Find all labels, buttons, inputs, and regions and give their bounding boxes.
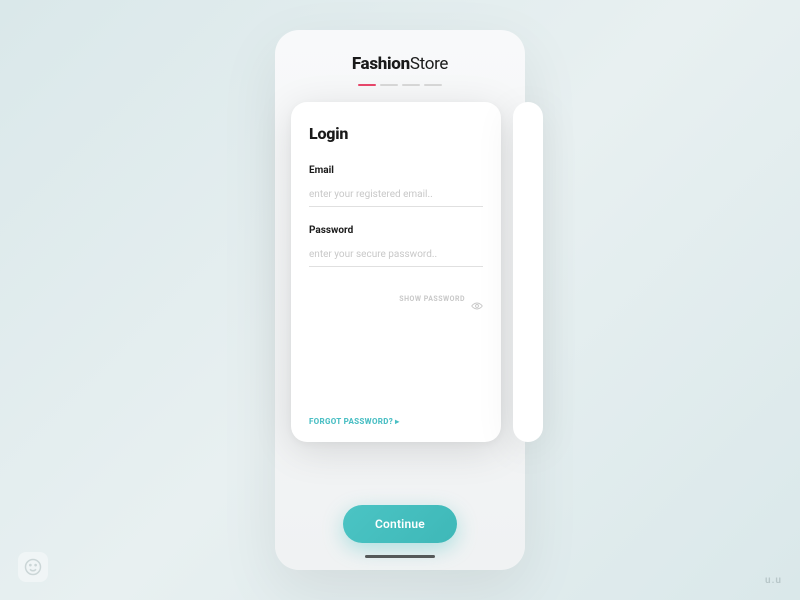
email-label: Email <box>309 165 483 176</box>
email-field-group: Email <box>309 165 483 207</box>
logo-bold: Fashion <box>352 54 410 74</box>
chevron-right-icon: ▸ <box>395 417 399 426</box>
home-indicator[interactable] <box>365 555 435 558</box>
step-1 <box>358 84 376 86</box>
continue-button[interactable]: Continue <box>343 505 457 543</box>
card-title: Login <box>309 124 483 143</box>
card-scroller[interactable]: Login Email Password SHOW PASSWORD <box>291 102 509 487</box>
smiley-badge <box>18 552 48 582</box>
password-input[interactable] <box>309 245 483 267</box>
app-logo: FashionStore <box>352 54 448 74</box>
email-input[interactable] <box>309 185 483 207</box>
step-2 <box>380 84 398 86</box>
show-password-toggle[interactable]: SHOW PASSWORD <box>309 295 483 303</box>
forgot-password-link[interactable]: FORGOT PASSWORD? ▸ <box>309 417 483 426</box>
password-label: Password <box>309 225 483 236</box>
step-3 <box>402 84 420 86</box>
mobile-screen: FashionStore Login Email Password SHOW P… <box>275 30 525 570</box>
logo-light: Store <box>410 54 448 74</box>
step-indicator <box>358 84 442 86</box>
next-card-preview[interactable] <box>513 102 543 442</box>
forgot-password-text: FORGOT PASSWORD? <box>309 417 393 426</box>
login-card: Login Email Password SHOW PASSWORD <box>291 102 501 442</box>
show-password-label: SHOW PASSWORD <box>399 295 465 303</box>
eye-icon <box>471 295 483 303</box>
watermark: u.u <box>765 575 782 586</box>
password-field-group: Password <box>309 225 483 267</box>
step-4 <box>424 84 442 86</box>
